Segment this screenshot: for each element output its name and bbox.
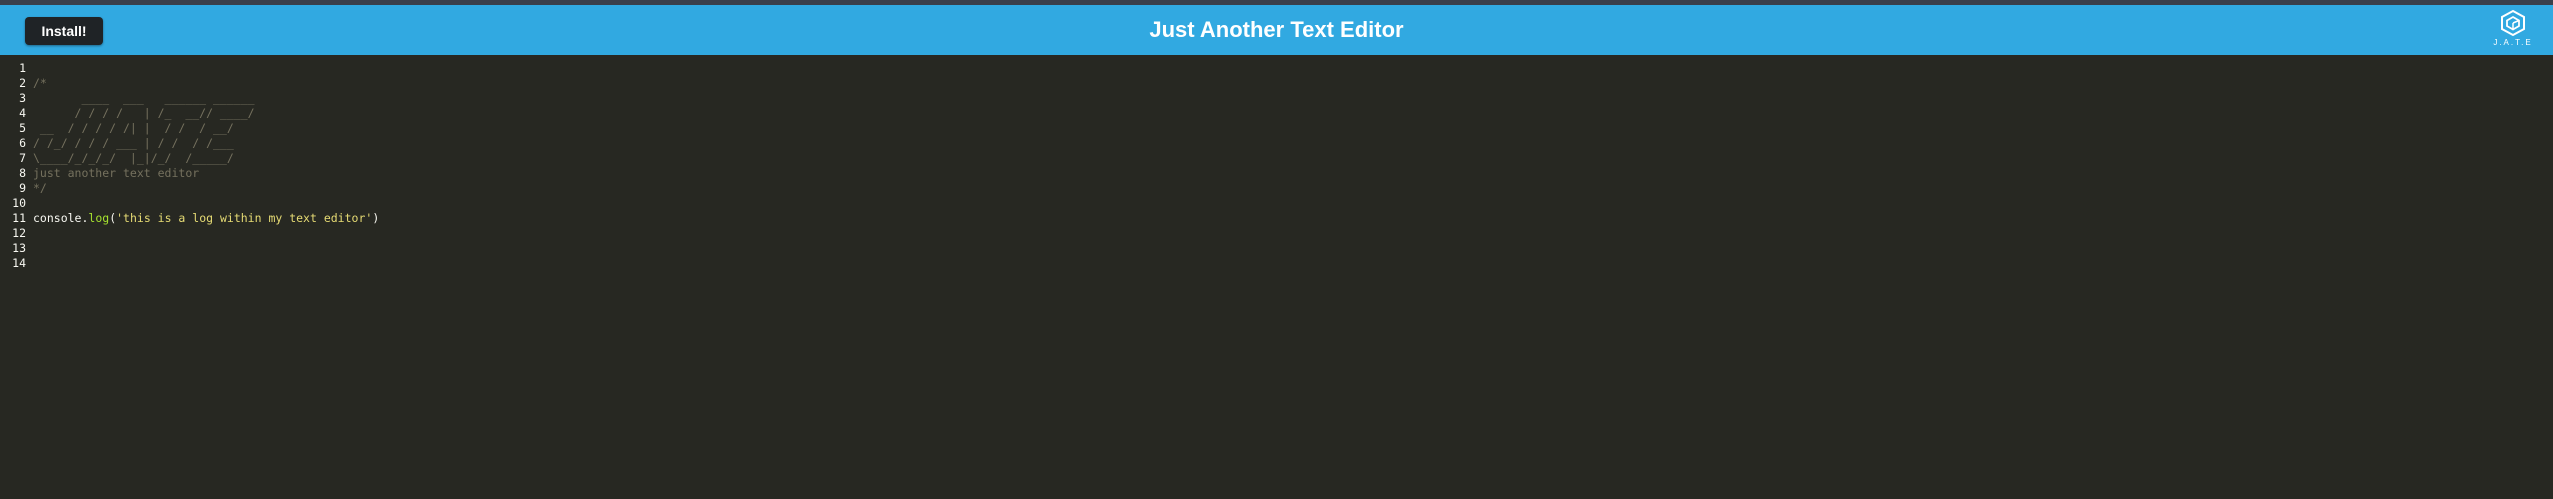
code-line[interactable] [33, 196, 2553, 211]
line-number: 9 [19, 181, 26, 195]
navbar: Install! Just Another Text Editor J.A.T.… [0, 5, 2553, 55]
code-line[interactable] [33, 241, 2553, 256]
line-number: 11 [12, 211, 26, 225]
code-line[interactable] [33, 226, 2553, 241]
code-line[interactable] [33, 61, 2553, 76]
code-line-ascii-art[interactable]: ____ ___ ______ ______ [33, 91, 2553, 106]
code-line-comment[interactable]: /* [33, 76, 2553, 91]
code-content[interactable]: /* ____ ___ ______ ______ / / / / | /_ _… [33, 61, 2553, 271]
line-number: 7 [19, 151, 26, 165]
code-token-string: 'this is a log within my text editor' [116, 211, 373, 225]
line-number: 12 [12, 226, 26, 240]
code-line[interactable] [33, 256, 2553, 271]
code-line-ascii-art[interactable]: \____/_/_/_/ |_|/_/ /_____/ [33, 151, 2553, 166]
code-line-ascii-art[interactable]: / /_/ / / / ___ | / / / /___ [33, 136, 2553, 151]
code-token-method: log [88, 211, 110, 225]
line-number: 14 [12, 256, 26, 270]
cube-logo-icon [2501, 9, 2525, 37]
code-editor[interactable]: 1 2 3 4 5 6 7 8 9 10 11 12 13 14 /* ____… [0, 55, 2553, 499]
line-number: 5 [19, 121, 26, 135]
code-line-console-log[interactable]: console.log('this is a log within my tex… [33, 211, 2553, 226]
app-title: Just Another Text Editor [1149, 17, 1404, 42]
code-token-object: console [33, 211, 82, 225]
line-number: 1 [19, 61, 26, 75]
code-line-comment[interactable]: just another text editor [33, 166, 2553, 181]
code-token-paren-close: ) [372, 211, 380, 225]
code-line-ascii-art[interactable]: __ / / / / /| | / / / __/ [33, 121, 2553, 136]
code-line-ascii-art[interactable]: / / / / | /_ __// ____/ [33, 106, 2553, 121]
line-number: 8 [19, 166, 26, 180]
line-number: 2 [19, 76, 26, 90]
line-number: 13 [12, 241, 26, 255]
code-line-comment[interactable]: */ [33, 181, 2553, 196]
line-number: 10 [12, 196, 26, 210]
line-number: 3 [19, 91, 26, 105]
line-number: 4 [19, 106, 26, 120]
line-number-gutter: 1 2 3 4 5 6 7 8 9 10 11 12 13 14 [0, 61, 28, 271]
line-number: 6 [19, 136, 26, 150]
app-logo: J.A.T.E [2491, 9, 2535, 53]
logo-text: J.A.T.E [2493, 38, 2533, 47]
